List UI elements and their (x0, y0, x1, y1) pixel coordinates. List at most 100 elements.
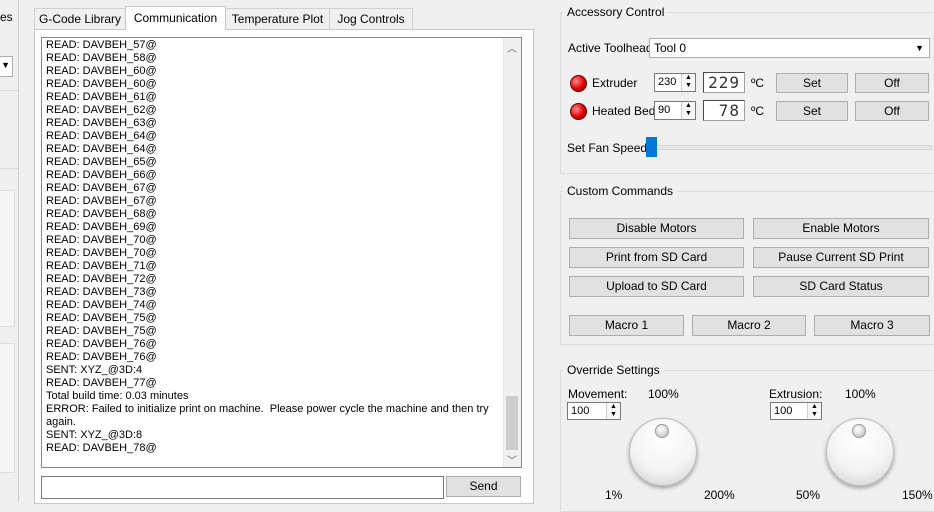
log-line: READ: DAVBEH_78@ (46, 442, 157, 454)
left-pane-box (0, 343, 15, 473)
bed-unit: ºC (751, 104, 765, 118)
sd-card-status-button[interactable]: SD Card Status (753, 276, 929, 297)
bed-set-button[interactable]: Set (776, 101, 848, 121)
log-line: READ: DAVBEH_74@ (46, 299, 157, 311)
upload-to-sd-button[interactable]: Upload to SD Card (569, 276, 744, 297)
stepper-arrows-icon[interactable]: ▲ ▼ (807, 403, 821, 419)
extruder-unit: ºC (751, 76, 765, 90)
log-line: READ: DAVBEH_75@ (46, 312, 157, 324)
macro-2-button[interactable]: Macro 2 (692, 315, 806, 336)
log-line: READ: DAVBEH_60@ (46, 78, 157, 90)
log-text: READ: DAVBEH_57@ READ: DAVBEH_58@ READ: DA… (46, 39, 502, 455)
left-pane-box (0, 190, 15, 327)
fan-speed-slider-track[interactable] (650, 145, 932, 150)
custom-commands-title: Custom Commands (563, 184, 678, 198)
log-line: READ: DAVBEH_67@ (46, 182, 157, 194)
stepper-arrows-icon[interactable]: ▲ ▼ (606, 403, 620, 419)
macro-1-button[interactable]: Macro 1 (569, 315, 684, 336)
tab-gcode-library[interactable]: G-Code Library (34, 8, 126, 29)
enable-motors-button[interactable]: Enable Motors (753, 218, 929, 239)
movement-stepper[interactable]: 100 ▲ ▼ (567, 402, 621, 420)
active-toolhead-select[interactable]: Tool 0 ▼ (649, 38, 930, 58)
log-line: READ: DAVBEH_63@ (46, 117, 157, 129)
log-line: READ: DAVBEH_57@ (46, 39, 157, 51)
heated-bed-label: Heated Bed (592, 104, 656, 118)
extrusion-max: 150% (902, 488, 933, 502)
dial-indicator-icon (852, 424, 866, 438)
log-line: READ: DAVBEH_58@ (46, 52, 157, 64)
disable-motors-button[interactable]: Disable Motors (569, 218, 744, 239)
stepper-arrows-icon[interactable]: ▲ ▼ (681, 74, 695, 91)
log-line: READ: DAVBEH_70@ (46, 234, 157, 246)
send-button[interactable]: Send (446, 476, 521, 497)
extruder-label: Extruder (592, 76, 638, 90)
command-input[interactable] (41, 476, 444, 499)
active-toolhead-label: Active Toolhead (568, 41, 653, 55)
log-line: READ: DAVBEH_64@ (46, 143, 157, 155)
log-line: READ: DAVBEH_68@ (46, 208, 157, 220)
extruder-current-temp: 229 (703, 72, 745, 93)
stepper-arrows-icon[interactable]: ▲ ▼ (681, 102, 695, 119)
movement-max: 200% (704, 488, 735, 502)
log-line: SENT: XYZ_@3D:4 (46, 364, 143, 376)
movement-label: Movement: (568, 387, 628, 401)
bed-target-stepper[interactable]: 90 ▲ ▼ (654, 101, 696, 120)
bed-target-value: 90 (658, 104, 671, 116)
extrusion-dial[interactable] (826, 418, 894, 486)
dial-indicator-icon (655, 424, 669, 438)
log-line: READ: DAVBEH_60@ (46, 65, 157, 77)
pause-sd-print-button[interactable]: Pause Current SD Print (753, 247, 929, 268)
log-line: READ: DAVBEH_67@ (46, 195, 157, 207)
tab-jog-controls[interactable]: Jog Controls (329, 8, 413, 29)
fan-speed-label: Set Fan Speed (567, 141, 648, 155)
bed-current-temp: 78 (703, 100, 745, 121)
extruder-set-button[interactable]: Set (776, 73, 848, 93)
log-line: READ: DAVBEH_70@ (46, 247, 157, 259)
extrusion-label: Extrusion: (769, 387, 823, 401)
extruder-target-value: 230 (658, 76, 677, 88)
tab-communication[interactable]: Communication (125, 6, 226, 30)
extrusion-percent: 100% (845, 387, 876, 401)
log-line: READ: DAVBEH_69@ (46, 221, 157, 233)
override-settings-title: Override Settings (563, 363, 664, 377)
log-line: READ: DAVBEH_61@ (46, 91, 157, 103)
scroll-down-icon[interactable]: ﹀ (507, 452, 517, 467)
extrusion-stepper[interactable]: 100 ▲ ▼ (770, 402, 822, 420)
movement-percent: 100% (648, 387, 679, 401)
left-pane-label-fragment: es (0, 10, 13, 24)
log-line: READ: DAVBEH_76@ (46, 351, 157, 363)
bed-off-button[interactable]: Off (855, 101, 929, 121)
fan-speed-slider-thumb[interactable] (646, 137, 657, 157)
print-from-sd-button[interactable]: Print from SD Card (569, 247, 744, 268)
log-scrollbar[interactable]: ︿ ﹀ (503, 38, 521, 467)
accessory-control-title: Accessory Control (563, 5, 669, 19)
bed-status-led-icon (570, 103, 587, 120)
log-line: READ: DAVBEH_62@ (46, 104, 157, 116)
log-line: READ: DAVBEH_66@ (46, 169, 157, 181)
movement-value: 100 (571, 405, 590, 417)
left-pane-dropdown[interactable]: ▼ (0, 56, 13, 77)
scroll-up-icon[interactable]: ︿ (507, 40, 517, 55)
chevron-down-icon: ▼ (1, 60, 10, 70)
log-line: ERROR: Failed to initialize print on mac… (46, 403, 492, 428)
movement-min: 1% (605, 488, 623, 502)
movement-dial[interactable] (629, 418, 697, 486)
active-toolhead-value: Tool 0 (654, 41, 687, 55)
extrusion-value: 100 (774, 405, 793, 417)
log-line: READ: DAVBEH_72@ (46, 273, 157, 285)
extruder-status-led-icon (570, 75, 587, 92)
scrollbar-thumb[interactable] (506, 396, 518, 450)
extruder-off-button[interactable]: Off (855, 73, 929, 93)
log-line: Total build time: 0.03 minutes (46, 390, 189, 402)
left-pane-edge: es ▼ (0, 0, 19, 502)
chevron-down-icon: ▼ (915, 43, 924, 53)
extruder-target-stepper[interactable]: 230 ▲ ▼ (654, 73, 696, 92)
tab-temperature-plot[interactable]: Temperature Plot (223, 8, 332, 29)
macro-3-button[interactable]: Macro 3 (814, 315, 930, 336)
log-line: SENT: XYZ_@3D:8 (46, 429, 143, 441)
log-line: READ: DAVBEH_76@ (46, 338, 157, 350)
divider (0, 90, 18, 91)
log-line: READ: DAVBEH_77@ (46, 377, 157, 389)
communication-log[interactable]: READ: DAVBEH_57@ READ: DAVBEH_58@ READ: DA… (41, 37, 522, 468)
log-line: READ: DAVBEH_75@ (46, 325, 157, 337)
